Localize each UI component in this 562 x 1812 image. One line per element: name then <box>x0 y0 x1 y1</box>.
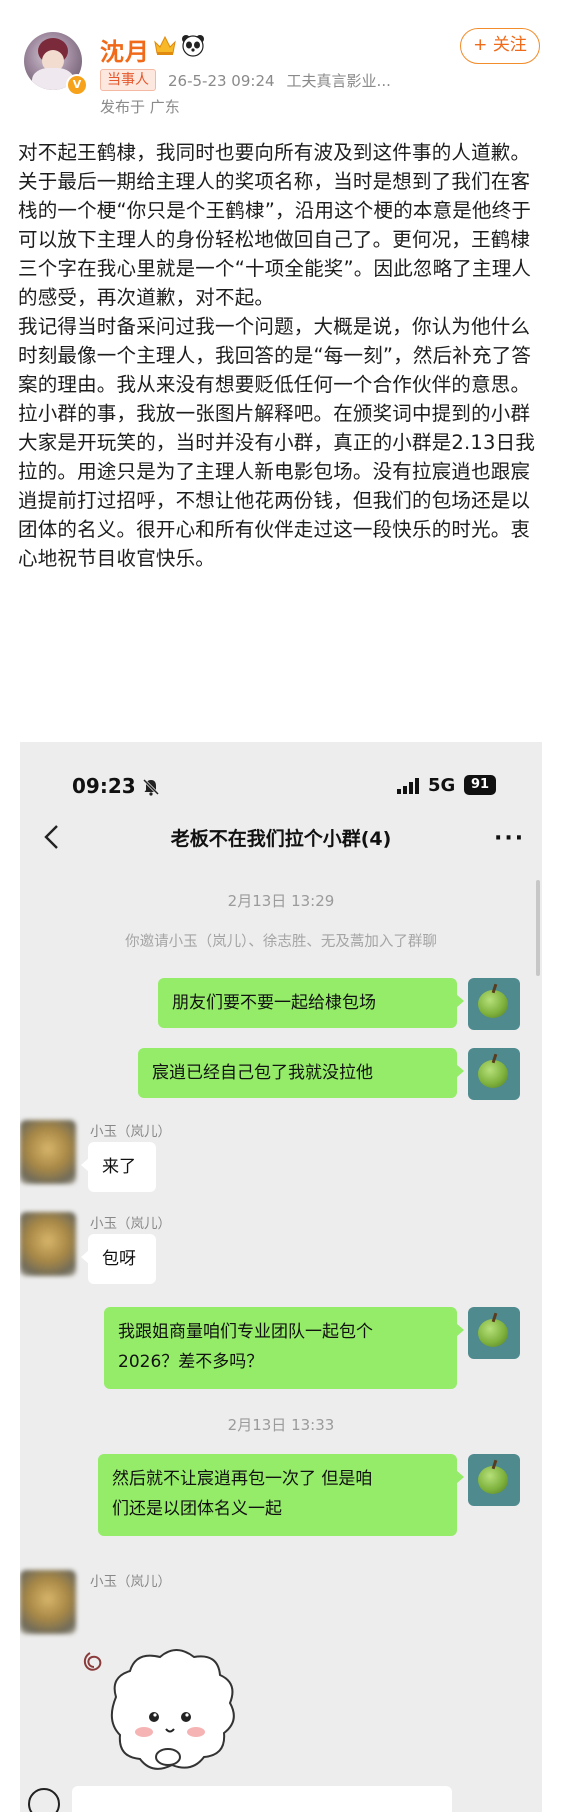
member-avatar[interactable] <box>20 1570 76 1634</box>
my-avatar[interactable] <box>468 978 520 1030</box>
system-message: 你邀请小玉（岚儿）、徐志胜、无及蒿加入了群聊 <box>125 934 437 950</box>
my-message-bubble[interactable]: 然后就不让宸逍再包一次了 但是咱 们还是以团体名义一起 <box>98 1454 464 1536</box>
my-message-bubble[interactable]: 宸逍已经自己包了我就没拉他 <box>138 1048 464 1098</box>
role-tag: 当事人 <box>100 69 156 91</box>
panda-icon <box>182 35 204 57</box>
member-message-bubble[interactable]: 来了 <box>81 1142 156 1192</box>
my-message-bubble[interactable]: 我跟姐商量咱们专业团队一起包个 2026？差不多吗？ <box>104 1307 464 1389</box>
post-paragraph: 拉小群的事，我放一张图片解释吧。在颁奖词中提到的小群大家是开玩笑的，当时并没有小… <box>18 402 536 570</box>
chat-input-bar <box>20 1782 542 1812</box>
message-input[interactable] <box>72 1786 452 1812</box>
more-options-icon[interactable]: ··· <box>494 826 525 851</box>
post-body: 对不起王鹤棣，我同时也要向所有波及到这件事的人道歉。 关于最后一期给主理人的奖项… <box>18 138 546 573</box>
post-source[interactable]: 工夫真言影业... <box>287 72 391 90</box>
sender-name: 小玉（岚儿） <box>90 1124 171 1140</box>
my-avatar[interactable] <box>468 1307 520 1359</box>
chat-timestamp: 2月13日 13:29 <box>227 892 335 910</box>
message-text: 我跟姐商量咱们专业团队一起包个 <box>118 1322 373 1342</box>
my-avatar[interactable] <box>468 1048 520 1100</box>
sender-name: 小玉（岚儿） <box>90 1216 171 1232</box>
signal-icon <box>397 778 419 794</box>
voice-input-icon[interactable] <box>28 1788 60 1812</box>
post-location: 发布于 广东 <box>100 98 180 116</box>
network-label: 5G <box>428 775 456 796</box>
post-meta: 26-5-23 09:24 工夫真言影业... <box>168 70 391 91</box>
message-text: 然后就不让宸逍再包一次了 但是咱 <box>112 1469 373 1489</box>
message-text: 2026？差不多吗？ <box>118 1352 264 1372</box>
message-text: 包呀 <box>102 1249 136 1269</box>
bell-muted-icon <box>142 778 160 796</box>
chat-title: 老板不在我们拉个小群(4) <box>170 828 392 850</box>
post-paragraph: 对不起王鹤棣，我同时也要向所有波及到这件事的人道歉。 <box>18 141 531 164</box>
message-text: 朋友们要不要一起给棣包场 <box>172 993 376 1013</box>
battery-icon: 91 <box>464 775 496 795</box>
member-message-bubble[interactable]: 包呀 <box>81 1234 156 1284</box>
phone-status-bar: 09:23 5G 91 <box>20 742 542 802</box>
post-paragraph: 关于最后一期给主理人的奖项名称，当时是想到了我们在客栈的一个梗“你只是个王鹤棣”… <box>18 170 532 309</box>
my-avatar[interactable] <box>468 1454 520 1506</box>
user-name[interactable]: 沈月 <box>100 32 150 67</box>
sender-name: 小玉（岚儿） <box>90 1574 171 1590</box>
crown-icon <box>154 35 176 55</box>
chat-timestamp: 2月13日 13:33 <box>227 1416 335 1434</box>
verified-badge-icon: V <box>66 74 88 96</box>
post-time: 26-5-23 09:24 <box>168 72 275 90</box>
follow-button[interactable]: + 关注 <box>460 28 540 64</box>
post-header: V 沈月 当事人 26-5-23 09:24 工夫真言影业... 发布于 广东 +… <box>0 0 562 130</box>
post-paragraph: 我记得当时备采问过我一个问题，大概是说，你认为他什么时刻最像一个主理人，我回答的… <box>18 315 532 396</box>
status-time: 09:23 <box>72 774 136 798</box>
message-text: 们还是以团体名义一起 <box>112 1499 282 1519</box>
my-message-bubble[interactable]: 朋友们要不要一起给棣包场 <box>158 978 464 1028</box>
message-text: 来了 <box>102 1157 136 1177</box>
chat-nav-bar: 老板不在我们拉个小群(4) ··· <box>20 814 542 862</box>
member-avatar[interactable] <box>20 1120 76 1184</box>
member-avatar[interactable] <box>20 1212 76 1276</box>
message-text: 宸逍已经自己包了我就没拉他 <box>152 1063 373 1083</box>
chat-screenshot[interactable]: 09:23 5G 91 老板不在我们拉个小群(4) ··· 2月13日 13:2… <box>20 742 542 1812</box>
